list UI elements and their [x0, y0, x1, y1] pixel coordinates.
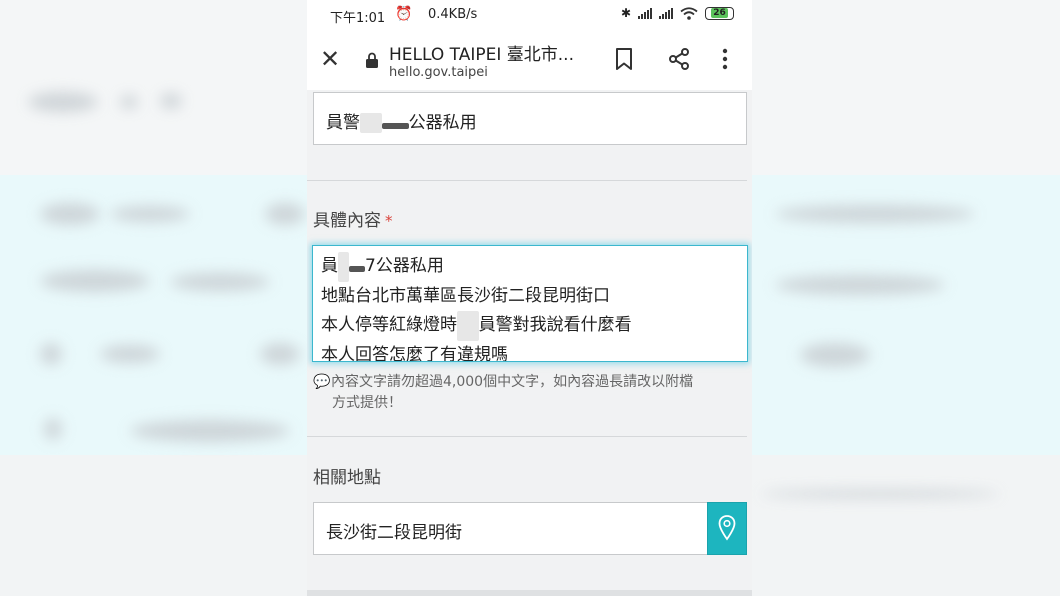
redaction-mask	[348, 266, 366, 272]
content-label: 具體內容 *	[313, 211, 393, 231]
subject-input[interactable]: 員警 公器私用	[313, 92, 747, 145]
redaction-mask	[338, 252, 349, 282]
content-line: 本人回答怎麼了有違規嗎	[321, 344, 508, 362]
status-bar: 下午1:01 ⏰ 0.4KB/s ✱ 26	[307, 0, 752, 30]
content-textarea[interactable]: 員 7公器私用 地點台北市萬華區長沙街二段昆明街口 本人停等紅綠燈時 員警對我說…	[312, 245, 748, 362]
location-label: 相關地點	[313, 468, 381, 488]
bottom-bar	[307, 590, 752, 596]
close-icon[interactable]: ✕	[317, 46, 343, 72]
browser-toolbar: ✕ HELLO TAIPEI 臺北市... hello.gov.taipei	[307, 30, 752, 90]
network-speed: 0.4KB/s	[428, 7, 478, 22]
divider	[307, 436, 747, 437]
bluetooth-icon: ✱	[620, 6, 631, 20]
battery-level: 26	[711, 7, 728, 18]
wifi-icon	[680, 6, 698, 20]
map-pin-icon	[718, 515, 736, 541]
required-mark: *	[385, 212, 393, 230]
phone-screen: 下午1:01 ⏰ 0.4KB/s ✱ 26 ✕ HELLO TAIPEI 臺北市…	[307, 0, 752, 596]
redaction-mask	[360, 113, 382, 133]
signal-icon	[638, 7, 652, 19]
alarm-icon: ⏰	[395, 6, 413, 22]
content-line: 員 7公器私用	[321, 252, 739, 282]
subject-prefix: 員警	[326, 113, 360, 133]
status-time: 下午1:01	[330, 11, 386, 26]
bookmark-icon[interactable]	[613, 47, 635, 71]
more-options-icon[interactable]	[720, 47, 730, 71]
lock-icon	[366, 52, 378, 68]
redaction-mask	[381, 123, 409, 129]
page-title: HELLO TAIPEI 臺北市...	[389, 45, 574, 65]
length-hint: 💬內容文字請勿超過4,000個中文字，如內容過長請改以附檔 方式提供！	[313, 374, 694, 411]
divider	[307, 180, 747, 181]
share-icon[interactable]	[667, 47, 691, 71]
page-url[interactable]: hello.gov.taipei	[389, 65, 488, 80]
redaction-mask	[457, 311, 479, 341]
status-icons: ✱ 26	[621, 6, 734, 20]
location-input[interactable]: 長沙街二段昆明街	[313, 502, 713, 555]
subject-suffix: 公器私用	[408, 113, 477, 133]
comment-icon: 💬	[313, 374, 331, 390]
map-pin-button[interactable]	[707, 502, 747, 555]
signal-icon-2	[659, 7, 673, 19]
content-line: 本人停等紅綠燈時 員警對我說看什麼看	[321, 311, 739, 341]
content-line: 地點台北市萬華區長沙街二段昆明街口	[321, 285, 610, 306]
form-content: 員警 公器私用 具體內容 * 員 7公器私用 地點台北市萬華區長沙街二段昆明街口 …	[307, 90, 752, 596]
battery-icon: 26	[705, 6, 734, 20]
